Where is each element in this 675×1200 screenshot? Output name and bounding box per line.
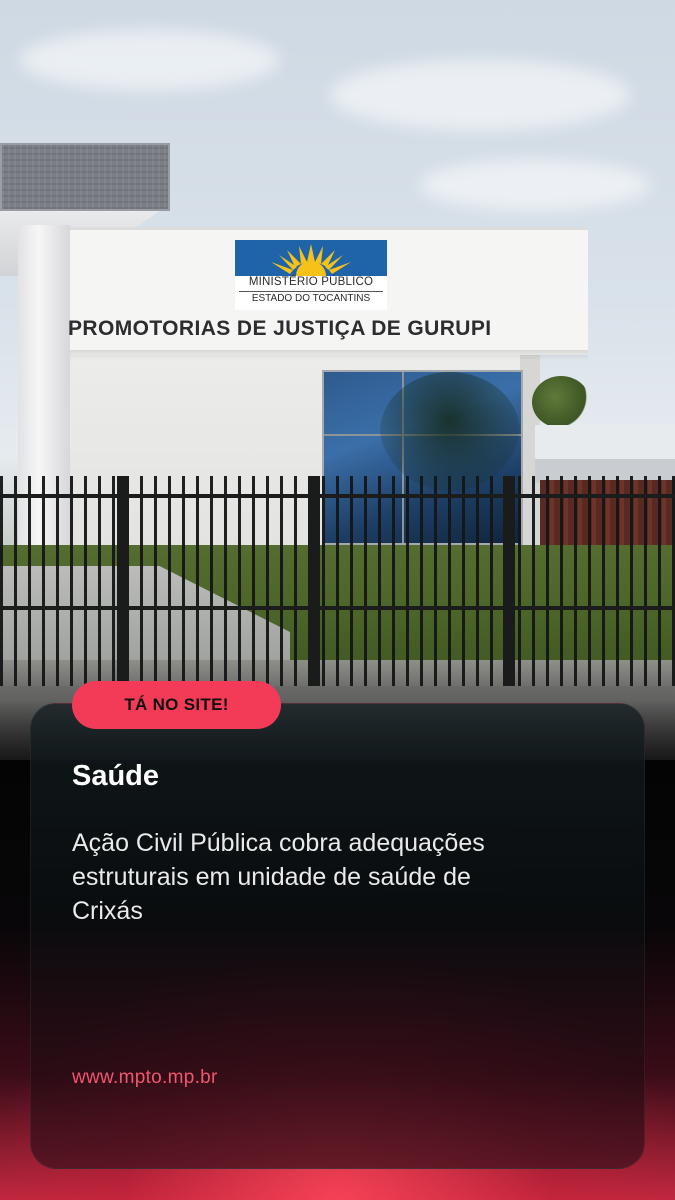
building-canopy [0,143,170,211]
warehouse [535,425,675,483]
facade-shadow [70,350,588,360]
fence-post [308,476,320,686]
cloud [20,30,280,90]
ministerio-publico-logo: MINISTÉRIO PÚBLICO ESTADO DO TOCANTINS [235,240,387,310]
cloud [420,160,650,210]
logo-subtitle: ESTADO DO TOCANTINS [251,293,371,304]
iron-fence [0,476,675,686]
sun-emblem-icon [235,240,387,276]
ta-no-site-badge: TÁ NO SITE! [72,681,281,729]
logo-divider [239,291,383,292]
news-headline: Ação Civil Pública cobra adequações estr… [72,829,485,925]
cloud [330,60,630,130]
tree [532,376,590,428]
site-url-link[interactable]: www.mpto.mp.br [72,1067,218,1089]
fence-post [117,476,129,686]
category-title: Saúde [72,760,160,792]
building-sign: PROMOTORIAS DE JUSTIÇA DE GURUPI [68,317,492,340]
fence-post [503,476,515,686]
hero-photo: MINISTÉRIO PÚBLICO ESTADO DO TOCANTINS P… [0,0,675,760]
window-reflection [380,372,520,492]
logo-title: MINISTÉRIO PÚBLICO [248,276,374,288]
